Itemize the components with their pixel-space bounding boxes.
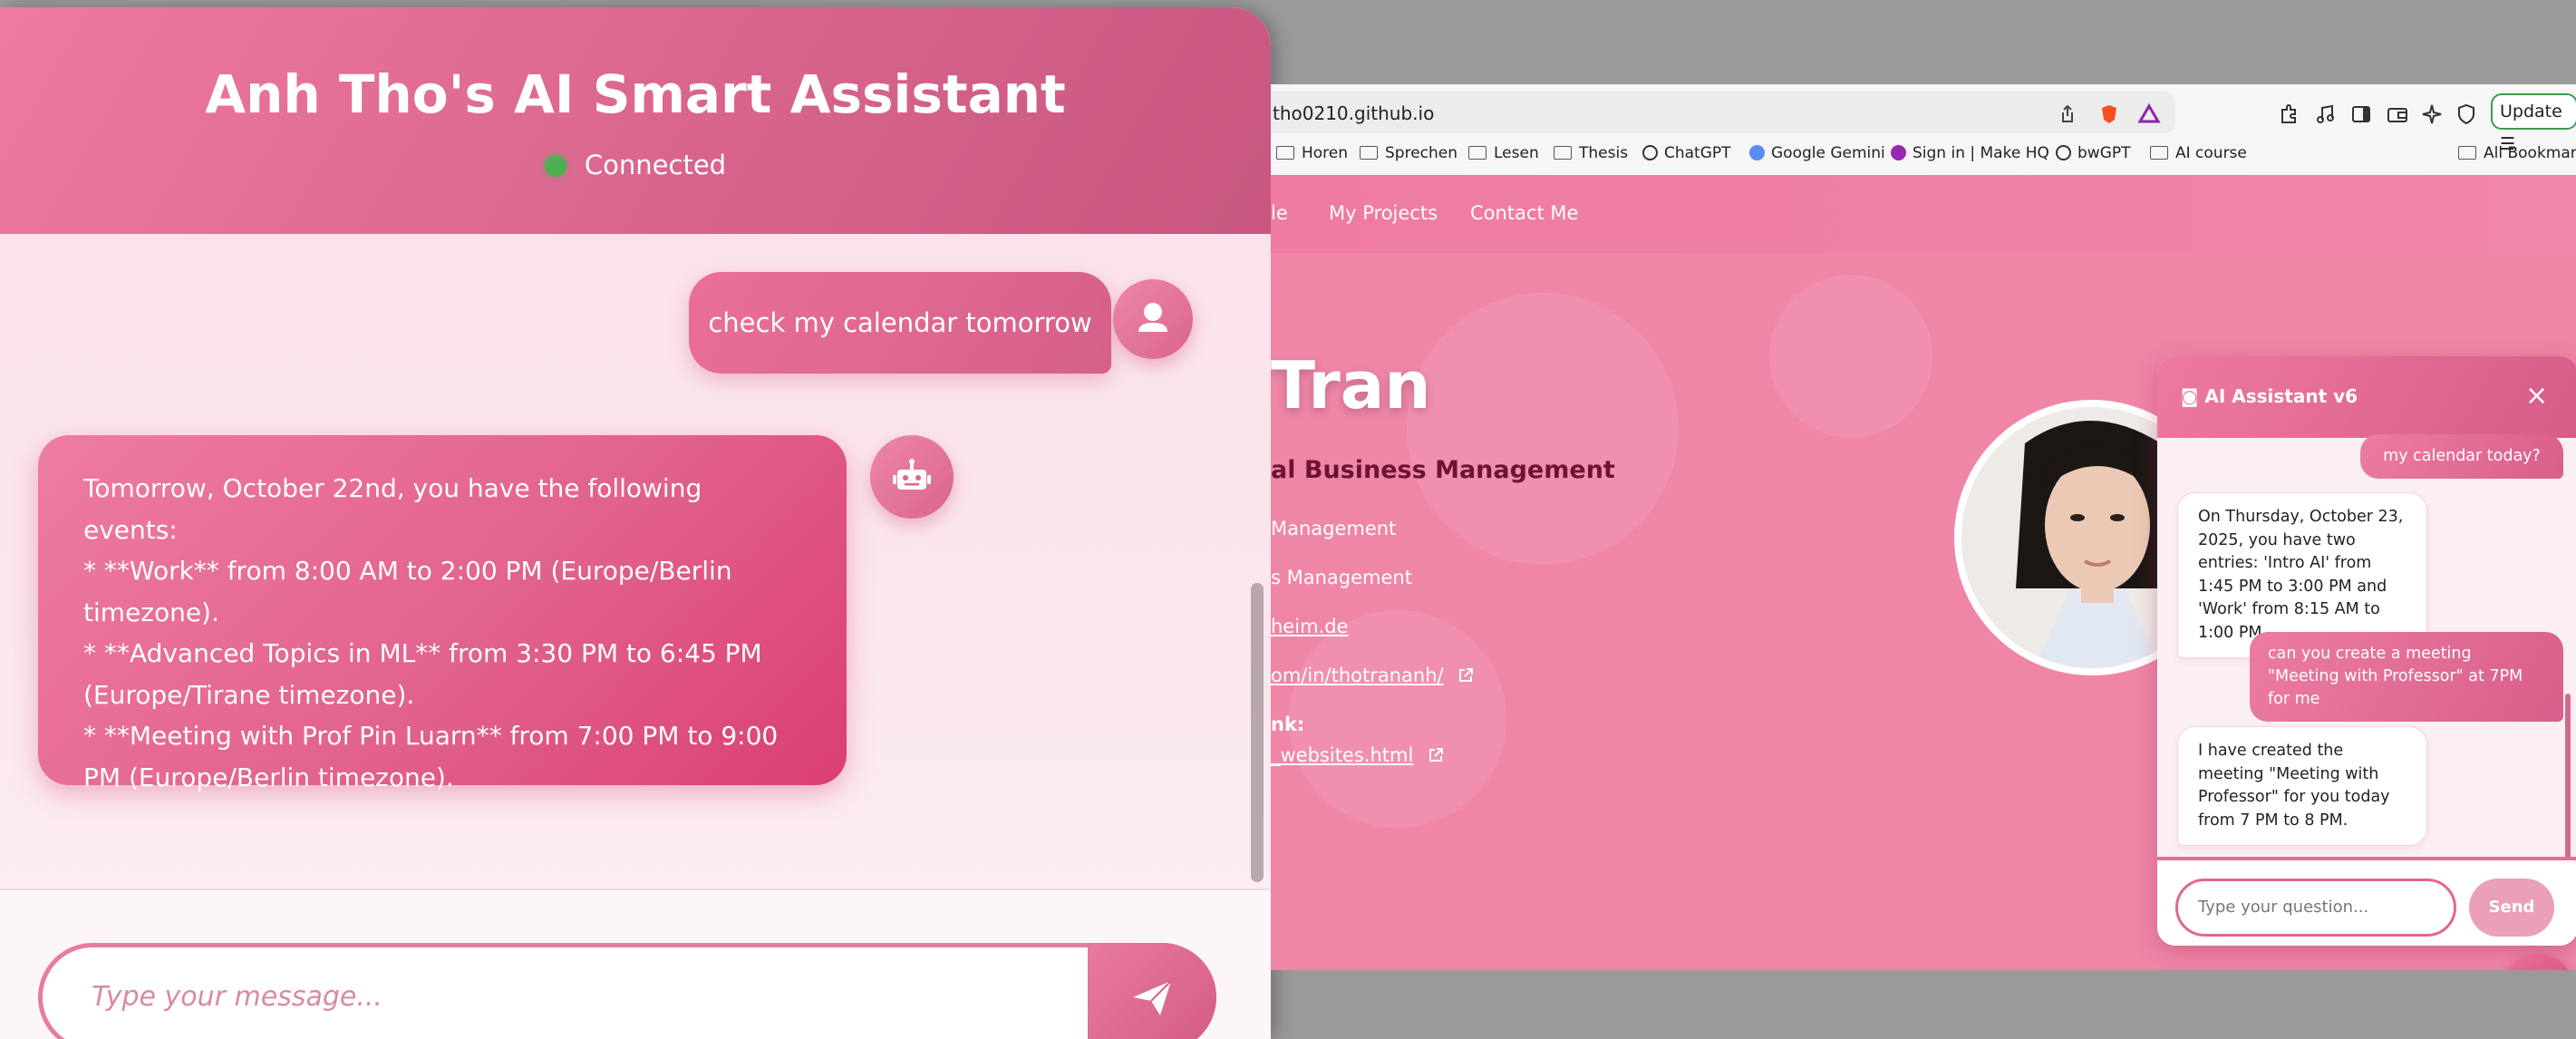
robot-icon: ◙ [2181,385,2205,407]
bookmark-item[interactable]: Sprechen [1360,144,1457,162]
wallet-icon[interactable] [2386,102,2409,126]
user-message-bubble: can you create a meeting "Meeting with P… [2250,632,2563,722]
bot-message-line: * **Work** from 8:00 AM to 2:00 PM (Euro… [83,556,732,627]
bookmark-item[interactable]: Thesis [1554,144,1628,162]
make-icon [1891,145,1906,160]
gemini-icon [1749,145,1765,160]
hero-info-line: Management [1271,518,1397,539]
bot-message-bubble: Tomorrow, October 22nd, you have the fol… [38,435,847,792]
decorative-circle [1769,275,1932,438]
websites-link-row: _websites.html [1271,744,1445,766]
update-label: Update [2500,102,2562,121]
message-list[interactable]: check my calendar tomorrow Tomorrow, Oct… [0,234,1271,888]
bookmark-item[interactable]: All Bookmarks [2458,144,2576,162]
question-input[interactable]: Type your question... [2175,879,2456,937]
nav-link[interactable]: le [1271,202,1288,224]
folder-icon [1554,146,1572,160]
external-link-icon [1429,748,1443,762]
send-button[interactable] [1088,943,1216,1039]
bookmark-item[interactable]: Horen [1276,144,1348,162]
bookmarks-bar: Horen Sprechen Lesen Thesis ChatGPT Goog… [1271,137,2576,170]
leo-ai-icon[interactable] [2420,102,2444,126]
app-title: Anh Tho's AI Smart Assistant [205,63,1066,125]
ai-assistant-widget: ◙ AI Assistant v6 × my calendar today? O… [2157,356,2576,946]
user-avatar [1113,279,1193,359]
vpn-icon[interactable] [2455,102,2478,126]
bot-message-line: Tomorrow, October 22nd, you have the fol… [83,473,702,545]
nav-link-contact[interactable]: Contact Me [1470,202,1578,224]
bookmark-item[interactable]: AI course [2150,144,2247,162]
linkedin-link[interactable]: om/in/thotrananh/ [1271,665,1444,686]
globe-icon [2056,145,2071,160]
hero-info-line: s Management [1271,567,1412,588]
paper-plane-icon [1133,980,1172,1015]
bookmark-item[interactable]: Lesen [1468,144,1539,162]
folder-icon [1468,146,1487,160]
folder-icon [2150,146,2168,160]
address-bar[interactable]: tho0210.github.io [1271,92,2175,133]
chatgpt-icon [1642,145,1658,160]
sidebar-icon[interactable] [2349,102,2373,126]
chat-toggle-button[interactable] [2502,954,2574,970]
widget-title: ◙ AI Assistant v6 [2181,385,2358,407]
bookmark-item[interactable]: Google Gemini [1749,144,1885,162]
widget-composer: Type your question... Send [2157,857,2576,946]
bot-message-line: * **Meeting with Prof Pin Luarn** from 7… [83,721,779,792]
decorative-circle [1289,610,1506,828]
bot-message-bubble: I have created the meeting "Meeting with… [2177,726,2427,846]
linkedin-link-row: om/in/thotrananh/ [1271,665,1475,686]
connection-status: Connected [0,150,1271,180]
update-button[interactable]: Update ☰ [2491,93,2576,154]
robot-icon [893,459,931,490]
message-input[interactable]: Type your message... [38,943,1216,1039]
user-icon [1138,303,1167,332]
music-icon[interactable] [2313,102,2337,126]
nav-link-projects[interactable]: My Projects [1329,202,1438,224]
browser-window: tho0210.github.io Update ☰ Horen Spreche… [1271,84,2576,970]
status-dot [544,155,567,177]
folder-icon [1360,146,1378,160]
status-text: Connected [584,150,727,180]
bookmark-item[interactable]: bwGPT [2056,144,2131,162]
folder-icon [2458,146,2476,160]
decorative-circle [1407,293,1679,565]
share-icon[interactable] [2056,102,2079,126]
widget-header: ◙ AI Assistant v6 × [2157,356,2576,438]
widget-message-list[interactable]: my calendar today? On Thursday, October … [2157,434,2576,931]
websites-link[interactable]: _websites.html [1271,744,1413,766]
external-link-icon [1459,668,1474,682]
email-link[interactable]: heim.de [1271,616,1348,637]
user-message-bubble: check my calendar tomorrow [689,272,1111,374]
extensions-icon[interactable] [2277,102,2300,126]
hero-label: nk: [1271,714,1305,735]
user-message-bubble: my calendar today? [2360,434,2563,479]
close-icon[interactable]: × [2525,380,2548,412]
composer-bar: Type your message... [0,888,1271,1039]
chat-header: Anh Tho's AI Smart Assistant Connected [0,7,1271,234]
webpage: le My Projects Contact Me Tran al Busine… [1271,175,2576,970]
brave-rewards-icon[interactable] [2137,102,2161,126]
bot-message-line: * **Advanced Topics in ML** from 3:30 PM… [83,638,762,710]
hero-subtitle: al Business Management [1271,456,1615,484]
hero-name: Tran [1271,347,1431,423]
bookmark-item[interactable]: ChatGPT [1642,144,1731,162]
site-nav: le My Projects Contact Me [1271,175,2576,253]
scrollbar[interactable] [1251,583,1264,882]
url-text: tho0210.github.io [1273,102,1435,124]
bookmark-item[interactable]: Sign in | Make HQ [1891,144,2049,162]
send-button[interactable]: Send [2469,879,2554,937]
chat-app-window: Anh Tho's AI Smart Assistant Connected c… [0,7,1271,1039]
folder-icon [1276,146,1294,160]
bot-avatar [870,435,954,519]
brave-shield-icon[interactable] [2097,102,2121,126]
